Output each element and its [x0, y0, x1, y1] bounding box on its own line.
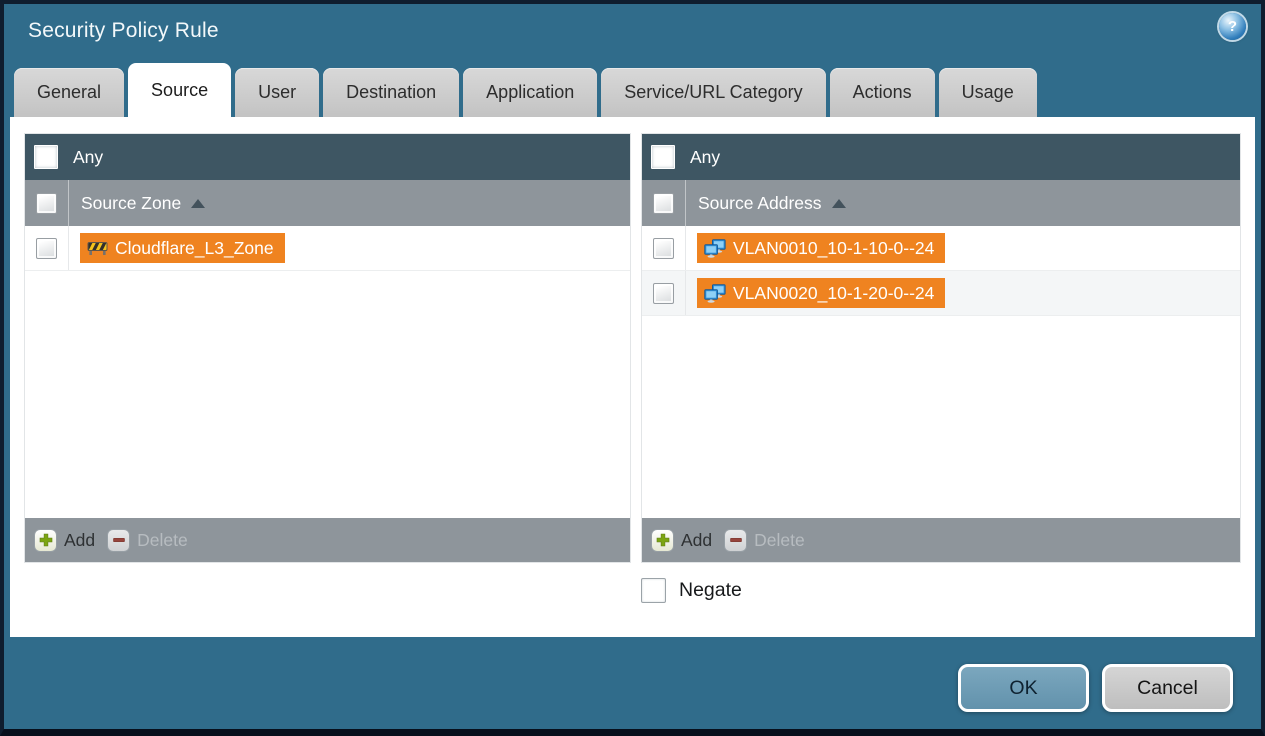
delete-button[interactable]: Delete [724, 528, 805, 552]
negate-checkbox[interactable] [641, 578, 666, 603]
sort-ascending-icon[interactable] [191, 198, 206, 208]
source-address-any-checkbox[interactable] [651, 145, 675, 169]
address-entry[interactable]: VLAN0020_10-1-20-0--24 [697, 278, 946, 308]
tab-bar: General Source User Destination Applicat… [10, 62, 1261, 117]
help-icon[interactable]: ? [1219, 13, 1246, 40]
source-zone-column-header: Source Zone [25, 180, 630, 226]
tab-general[interactable]: General [14, 68, 125, 117]
delete-button[interactable]: Delete [107, 528, 188, 552]
address-icon [704, 238, 726, 258]
source-zone-select-all-checkbox[interactable] [36, 192, 57, 214]
tab-actions[interactable]: Actions [829, 68, 935, 117]
delete-minus-icon [724, 528, 748, 552]
tab-application[interactable]: Application [463, 68, 598, 117]
negate-row: Negate [641, 578, 742, 603]
source-address-footer: Add Delete [642, 518, 1240, 562]
add-button[interactable]: Add [34, 528, 96, 552]
tab-destination[interactable]: Destination [323, 68, 460, 117]
add-button-label: Add [64, 529, 96, 550]
sort-ascending-icon[interactable] [831, 198, 846, 208]
tab-usage[interactable]: Usage [938, 68, 1037, 117]
security-policy-rule-dialog: Security Policy Rule ? General Source Us… [0, 0, 1265, 736]
source-zone-panel: Any Source Zone Cloudflare_L3_Zone Add D… [24, 133, 631, 563]
table-row: Cloudflare_L3_Zone [25, 226, 630, 271]
zone-icon [87, 242, 108, 255]
source-address-column-header: Source Address [642, 180, 1240, 226]
source-address-select-all-checkbox[interactable] [653, 192, 674, 214]
address-icon [704, 283, 726, 303]
source-address-panel: Any Source Address VLAN0010_10-1-10-0--2… [641, 133, 1241, 563]
title-bar: Security Policy Rule ? [4, 4, 1261, 62]
source-zone-column-label[interactable]: Source Zone [81, 193, 181, 214]
cancel-button[interactable]: Cancel [1102, 664, 1233, 712]
negate-label: Negate [679, 579, 742, 601]
delete-button-label: Delete [137, 529, 188, 550]
table-row: VLAN0020_10-1-20-0--24 [642, 271, 1240, 316]
address-entry[interactable]: VLAN0010_10-1-10-0--24 [697, 233, 946, 263]
zone-entry[interactable]: Cloudflare_L3_Zone [80, 233, 285, 263]
tab-service-url-category[interactable]: Service/URL Category [601, 68, 826, 117]
address-entry-label: VLAN0010_10-1-10-0--24 [733, 237, 935, 258]
add-plus-icon [651, 528, 674, 552]
delete-minus-icon [107, 528, 131, 552]
ok-button[interactable]: OK [958, 664, 1089, 712]
address-entry-label: VLAN0020_10-1-20-0--24 [733, 282, 935, 303]
source-zone-any-checkbox[interactable] [34, 145, 58, 169]
row-checkbox[interactable] [653, 282, 674, 304]
source-zone-rows: Cloudflare_L3_Zone [25, 226, 630, 518]
row-checkbox[interactable] [653, 237, 674, 259]
source-tab-content: Any Source Zone Cloudflare_L3_Zone Add D… [10, 117, 1255, 637]
source-address-rows: VLAN0010_10-1-10-0--24 VLAN0020_10-1-20-… [642, 226, 1240, 518]
tab-user[interactable]: User [235, 68, 320, 117]
source-address-any-row: Any [642, 134, 1240, 180]
source-address-any-label: Any [690, 146, 721, 167]
row-checkbox[interactable] [36, 237, 57, 259]
delete-button-label: Delete [754, 529, 805, 550]
dialog-title: Security Policy Rule [28, 19, 219, 42]
source-zone-any-label: Any [73, 146, 104, 167]
zone-entry-label: Cloudflare_L3_Zone [115, 237, 274, 258]
add-button-label: Add [681, 529, 713, 550]
tab-source[interactable]: Source [128, 63, 232, 117]
add-button[interactable]: Add [651, 528, 713, 552]
source-zone-footer: Add Delete [25, 518, 630, 562]
source-address-column-label[interactable]: Source Address [698, 193, 822, 214]
add-plus-icon [34, 528, 57, 552]
source-zone-any-row: Any [25, 134, 630, 180]
table-row: VLAN0010_10-1-10-0--24 [642, 226, 1240, 271]
